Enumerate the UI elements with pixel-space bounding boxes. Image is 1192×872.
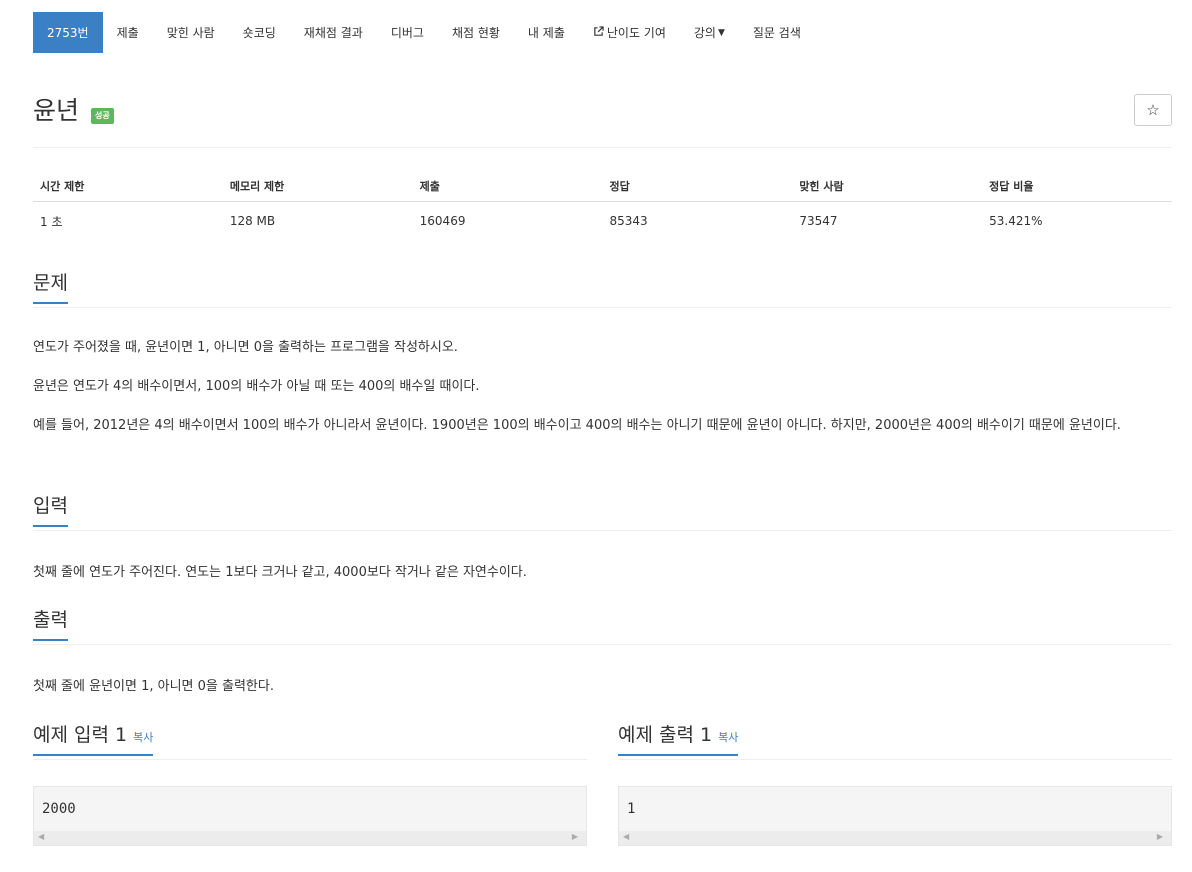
submissions-value: 160469 bbox=[419, 214, 466, 228]
tab-debug[interactable]: 디버그 bbox=[377, 12, 438, 53]
input-description: 첫째 줄에 연도가 주어진다. 연도는 1보다 크거나 같고, 4000보다 작… bbox=[33, 565, 527, 580]
copy-sample-output-link[interactable]: 복사 bbox=[718, 731, 738, 744]
sample-output-header: 예제 출력 1 복사 bbox=[618, 720, 1172, 760]
horizontal-scrollbar[interactable]: ◀ ▶ bbox=[619, 831, 1171, 845]
sample-input-header: 예제 입력 1 복사 bbox=[33, 720, 587, 760]
caret-down-icon: ▼ bbox=[717, 27, 725, 38]
tab-status[interactable]: 채점 현황 bbox=[438, 12, 514, 53]
page-title: 윤년 bbox=[33, 96, 80, 125]
table-header-row: 시간 제한 메모리 제한 제출 정답 맞힌 사람 정답 비율 bbox=[33, 170, 1172, 202]
section-divider bbox=[33, 530, 1172, 531]
header-time-limit: 시간 제한 bbox=[33, 170, 223, 202]
accepted-value: 85343 bbox=[609, 214, 648, 228]
problem-paragraph-3: 예를 들어, 2012년은 4의 배수이면서 100의 배수가 아니라서 윤년이… bbox=[33, 418, 1121, 433]
horizontal-scrollbar[interactable]: ◀ ▶ bbox=[34, 831, 586, 845]
scroll-left-icon[interactable]: ◀ bbox=[623, 832, 629, 841]
problem-description-header: 문제 bbox=[33, 268, 1172, 308]
section-divider bbox=[33, 307, 1172, 308]
input-heading: 입력 bbox=[33, 491, 68, 527]
sample-input-title: 예제 입력 1 bbox=[33, 724, 128, 746]
section-divider bbox=[33, 644, 1172, 645]
problem-description-heading: 문제 bbox=[33, 268, 68, 304]
problem-paragraph-2: 윤년은 연도가 4의 배수이면서, 100의 배수가 아닐 때 또는 400의 … bbox=[33, 379, 480, 394]
output-description: 첫째 줄에 윤년이면 1, 아니면 0을 출력한다. bbox=[33, 679, 274, 694]
time-limit-value: 1 초 bbox=[40, 214, 63, 229]
tab-question-search[interactable]: 질문 검색 bbox=[739, 12, 815, 53]
header-memory-limit: 메모리 제한 bbox=[222, 170, 413, 202]
tab-lectures[interactable]: 강의 ▼ bbox=[680, 12, 739, 53]
problem-title-row: 윤년 성공 ☆ bbox=[33, 94, 1172, 134]
tab-solvers[interactable]: 맞힌 사람 bbox=[153, 12, 229, 53]
tab-difficulty-label: 난이도 기여 bbox=[606, 26, 666, 40]
problem-paragraph-1: 연도가 주어졌을 때, 윤년이면 1, 아니면 0을 출력하는 프로그램을 작성… bbox=[33, 340, 458, 355]
title-divider bbox=[33, 147, 1172, 148]
tab-problem[interactable]: 2753번 bbox=[33, 12, 103, 53]
star-icon: ☆ bbox=[1146, 102, 1160, 119]
tab-short-coding[interactable]: 숏코딩 bbox=[229, 12, 290, 53]
tab-rejudge-results[interactable]: 재채점 결과 bbox=[290, 12, 377, 53]
header-accepted: 정답 bbox=[602, 170, 793, 202]
sample-output-content: 1 bbox=[627, 801, 636, 817]
tab-my-submissions[interactable]: 내 제출 bbox=[514, 12, 579, 53]
tab-difficulty-contribution[interactable]: 난이도 기여 bbox=[579, 12, 680, 53]
header-submissions: 제출 bbox=[412, 170, 603, 202]
section-divider bbox=[618, 759, 1172, 760]
tab-lectures-label: 강의 bbox=[693, 26, 716, 40]
output-header: 출력 bbox=[33, 605, 1172, 645]
output-heading: 출력 bbox=[33, 605, 68, 641]
memory-limit-value: 128 MB bbox=[229, 214, 276, 228]
copy-sample-input-link[interactable]: 복사 bbox=[133, 731, 153, 744]
sample-input-box[interactable]: 2000 ◀ ▶ bbox=[33, 786, 587, 846]
scroll-right-icon[interactable]: ▶ bbox=[572, 832, 578, 841]
scroll-left-icon[interactable]: ◀ bbox=[38, 832, 44, 841]
sample-input-content: 2000 bbox=[42, 801, 76, 817]
external-link-icon bbox=[593, 25, 604, 40]
problem-info-table: 시간 제한 메모리 제한 제출 정답 맞힌 사람 정답 비율 1 초 128 M… bbox=[33, 170, 1172, 240]
header-solvers: 맞힌 사람 bbox=[792, 170, 983, 202]
scroll-right-icon[interactable]: ▶ bbox=[1157, 832, 1163, 841]
favorite-star-button[interactable]: ☆ bbox=[1134, 94, 1172, 126]
table-row: 1 초 128 MB 160469 85343 73547 53.421% bbox=[33, 202, 1172, 241]
input-header: 입력 bbox=[33, 491, 1172, 531]
status-badge: 성공 bbox=[91, 108, 114, 124]
sample-output-title: 예제 출력 1 bbox=[618, 724, 713, 746]
accept-ratio-value: 53.421% bbox=[989, 214, 1043, 228]
sample-input-heading: 예제 입력 1 복사 bbox=[33, 720, 154, 756]
sample-output-heading: 예제 출력 1 복사 bbox=[618, 720, 739, 756]
section-divider bbox=[33, 759, 587, 760]
problem-nav-tabs: 2753번 제출 맞힌 사람 숏코딩 재채점 결과 디버그 채점 현황 내 제출… bbox=[33, 12, 815, 53]
header-accept-ratio: 정답 비율 bbox=[982, 170, 1172, 202]
tab-submit[interactable]: 제출 bbox=[103, 12, 153, 53]
sample-output-box[interactable]: 1 ◀ ▶ bbox=[618, 786, 1172, 846]
solvers-value: 73547 bbox=[799, 214, 838, 228]
